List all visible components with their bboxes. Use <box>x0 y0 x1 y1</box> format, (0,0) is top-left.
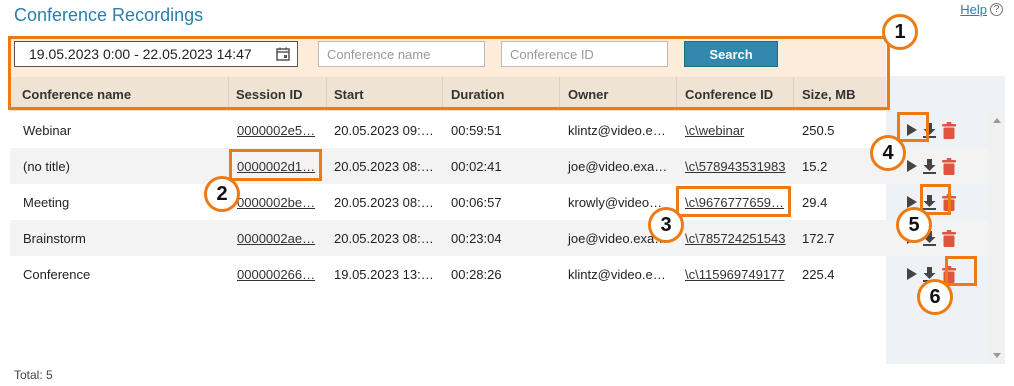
help-link[interactable]: Help ? <box>960 2 1003 17</box>
cell-owner: klintz@video.e… <box>568 266 666 282</box>
help-icon[interactable]: ? <box>990 3 1003 16</box>
page-title: Conference Recordings <box>14 5 204 25</box>
cell-owner: joe@video.exa… <box>568 158 668 174</box>
session-id-link[interactable]: 0000002be… <box>237 195 315 210</box>
cell-owner: klintz@video.e… <box>568 122 666 138</box>
cell-size: 172.7 <box>802 230 835 246</box>
cell-duration: 00:02:41 <box>451 158 502 174</box>
cell-conference-name: (no title) <box>23 158 70 174</box>
conference-id-link[interactable]: \c\785724251543 <box>685 231 785 246</box>
cell-size: 29.4 <box>802 194 828 210</box>
table-row[interactable]: Brainstorm 0000002ae… 20.05.2023 08:… 00… <box>10 220 988 256</box>
conference-id-link[interactable]: \c\578943531983 <box>685 159 785 174</box>
annotation-badge: 6 <box>917 279 953 315</box>
table-row[interactable]: (no title) 0000002d1… 20.05.2023 08:… 00… <box>10 148 988 184</box>
table-row[interactable]: Conference 000000266… 19.05.2023 13:… 00… <box>10 256 988 292</box>
annotation-frame-session-id <box>229 149 322 181</box>
scroll-down-arrow-icon[interactable] <box>993 353 1001 358</box>
cell-conference-name: Conference <box>23 266 91 282</box>
session-id-link[interactable]: 000000266… <box>237 267 315 282</box>
cell-size: 15.2 <box>802 158 828 174</box>
trash-icon[interactable] <box>942 229 956 247</box>
cell-duration: 00:59:51 <box>451 122 502 138</box>
trash-icon[interactable] <box>942 157 956 175</box>
cell-duration: 00:06:57 <box>451 194 502 210</box>
session-id-link[interactable]: 0000002ae… <box>237 231 315 246</box>
row-actions <box>907 148 956 184</box>
cell-start: 19.05.2023 13:… <box>334 266 434 282</box>
session-id-link[interactable]: 0000002e5… <box>237 123 315 138</box>
annotation-frame-delete <box>945 256 977 286</box>
cell-start: 20.05.2023 08:… <box>334 158 434 174</box>
annotation-badge: 3 <box>648 207 684 243</box>
cell-owner: krowly@video… <box>568 194 663 210</box>
cell-conference-name: Brainstorm <box>23 230 86 246</box>
table-row[interactable]: Meeting 0000002be… 20.05.2023 08:… 00:06… <box>10 184 988 220</box>
cell-size: 250.5 <box>802 122 835 138</box>
cell-conference-name: Webinar <box>23 122 72 138</box>
vertical-scrollbar[interactable] <box>988 112 1005 364</box>
cell-size: 225.4 <box>802 266 835 282</box>
scroll-up-arrow-icon[interactable] <box>993 118 1001 123</box>
annotation-badge: 2 <box>204 176 240 212</box>
cell-conference-name: Meeting <box>23 194 70 210</box>
annotation-badge: 4 <box>870 135 906 171</box>
total-count: Total: 5 <box>14 368 53 382</box>
recordings-table: Webinar 0000002e5… 20.05.2023 09:… 00:59… <box>10 112 988 292</box>
table-row[interactable]: Webinar 0000002e5… 20.05.2023 09:… 00:59… <box>10 112 988 148</box>
conference-id-link[interactable]: \c\webinar <box>685 123 744 138</box>
play-icon[interactable] <box>907 268 917 280</box>
annotation-frame-filters <box>8 36 890 110</box>
help-label[interactable]: Help <box>960 2 987 17</box>
download-icon[interactable] <box>923 158 936 174</box>
conference-id-link[interactable]: \c\115969749177 <box>685 267 785 282</box>
annotation-frame-play <box>897 112 929 142</box>
cell-start: 20.05.2023 09:… <box>334 122 434 138</box>
annotation-badge: 1 <box>882 14 918 50</box>
cell-start: 20.05.2023 08:… <box>334 230 434 246</box>
annotation-frame-conference-id <box>676 186 791 217</box>
play-icon[interactable] <box>907 160 917 172</box>
trash-icon[interactable] <box>942 121 956 139</box>
cell-duration: 00:23:04 <box>451 230 502 246</box>
cell-duration: 00:28:26 <box>451 266 502 282</box>
cell-start: 20.05.2023 08:… <box>334 194 434 210</box>
annotation-badge: 5 <box>896 207 932 243</box>
